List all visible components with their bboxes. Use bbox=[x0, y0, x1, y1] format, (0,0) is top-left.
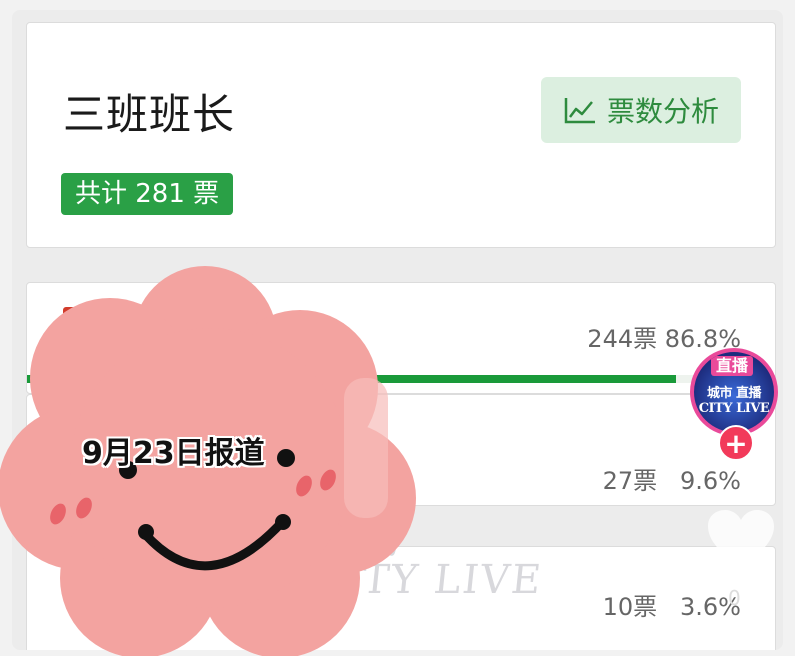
vote-stats: 27票 9.6% bbox=[603, 461, 741, 496]
total-votes-badge: 共计 281 票 bbox=[61, 173, 234, 215]
live-avatar[interactable]: 直播 城市 直播 CITY LIVE bbox=[690, 348, 778, 436]
vote-percent: 9.6% bbox=[680, 467, 741, 495]
vote-count: 10票 bbox=[602, 593, 658, 621]
heart-icon[interactable] bbox=[706, 508, 776, 572]
vote-stats: 244票 86.8% bbox=[587, 319, 741, 354]
line-chart-icon bbox=[564, 98, 595, 124]
analysis-button-label: 票数分析 bbox=[606, 95, 719, 128]
vote-count: 27票 bbox=[602, 467, 658, 495]
like-count: 0 bbox=[728, 586, 741, 610]
poll-header-card: 三班班长 共计 281 票 票数分析 bbox=[26, 22, 776, 248]
live-label: 直播 bbox=[711, 356, 754, 376]
vote-stats: 10票 3.6% bbox=[603, 587, 741, 622]
follow-button[interactable]: + bbox=[718, 425, 754, 461]
vote-analysis-button[interactable]: 票数分析 bbox=[541, 77, 741, 143]
page-title: 三班班长 bbox=[63, 90, 236, 139]
city-live-logo: 城市 直播 CITY LIVE bbox=[698, 386, 770, 416]
report-date-caption: 9月23日报道 bbox=[82, 436, 265, 471]
vote-count: 244票 bbox=[587, 325, 658, 353]
